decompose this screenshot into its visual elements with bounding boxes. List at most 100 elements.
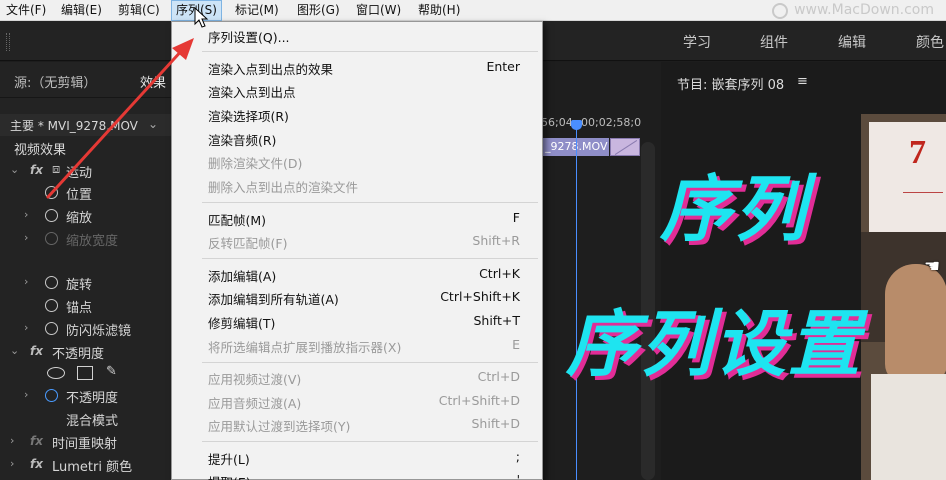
sequence-menu: 序列设置(Q)... 渲染入点到出点的效果 Enter 渲染入点到出点 渲染选择项… [171,21,543,480]
stopwatch-icon[interactable] [45,322,58,335]
source-tab[interactable]: 源:（无剪辑） [14,72,96,91]
watermark-logo-icon [772,2,789,19]
workspace-tab-assembly[interactable]: 组件 [760,32,788,52]
overlay-subtitle: 序列设置 [566,302,863,386]
property-row-anchor[interactable]: 锚点 [0,295,175,318]
property-label: 旋转 [66,278,93,293]
overlay-title: 序列 [660,167,809,251]
workspace-tab-learn[interactable]: 学习 [683,32,711,52]
property-row-anti-flicker[interactable]: › 防闪烁滤镜 [0,318,175,341]
property-label: 缩放宽度 [66,234,119,249]
timeline-nested-clip[interactable] [610,138,640,156]
stopwatch-icon[interactable] [45,186,58,199]
collapse-triangle-icon[interactable]: ⌄ [10,163,19,176]
property-row-scale[interactable]: › 缩放 [0,205,175,228]
stopwatch-icon[interactable] [45,389,58,402]
menu-marker[interactable]: 标记(M) [231,0,283,21]
menu-file[interactable]: 文件(F) [2,0,50,21]
menu-item-lift[interactable]: 提升(L); [172,446,542,468]
effect-label: 时间重映射 [52,437,118,452]
collapse-triangle-icon[interactable]: ⌄ [10,344,19,357]
mask-tools-row: ✎ [0,362,175,385]
menu-item-render-audio[interactable]: 渲染音频(R) [172,127,542,149]
ellipse-mask-icon[interactable] [47,367,65,379]
expand-triangle-icon[interactable]: › [10,434,14,447]
stopwatch-icon[interactable] [45,299,58,312]
property-row-opacity[interactable]: › 不透明度 [0,385,175,408]
pen-mask-icon[interactable]: ✎ [106,364,117,379]
effect-row-time-remap[interactable]: › fx 时间重映射 [0,431,175,454]
menu-item-trim-edit[interactable]: 修剪编辑(T) Shift+T [172,310,542,332]
expand-triangle-icon[interactable]: › [10,457,14,470]
panel-menu-icon[interactable]: ≡ [797,74,808,89]
ruler-timecode: 00;02;58;0 [581,116,642,129]
property-row-scale-width: › 缩放宽度 [0,228,175,251]
menu-item-delete-in-out-render: 删除入点到出点的渲染文件 [208,180,359,195]
menu-graphics[interactable]: 图形(G) [293,0,344,21]
video-frame: 7 [861,114,946,480]
menu-item-match-frame[interactable]: 匹配帧(M) F [172,207,542,229]
menu-help[interactable]: 帮助(H) [414,0,464,21]
stopwatch-icon [45,232,58,245]
expand-triangle-icon: › [24,231,29,244]
menu-item-sequence-settings[interactable]: 序列设置(Q)... [172,24,542,46]
fx-icon[interactable]: fx [30,457,43,471]
menu-window[interactable]: 窗口(W) [352,0,405,21]
ruler-timecode: 56;04 [541,116,573,129]
program-monitor: 节目: 嵌套序列 08 ≡ 7 [661,62,946,480]
menu-item-render-in-out[interactable]: 渲染入点到出点 [172,79,542,101]
menu-item-extract[interactable]: 提取(E)' [172,469,542,480]
menu-bar: 文件(F) 编辑(E) 剪辑(C) 序列(S) 标记(M) 图形(G) 窗口(W… [0,0,946,21]
effect-row-motion[interactable]: ⌄ fx ⧈ 运动 [0,160,175,183]
clip-name: 主要 * MVI_9278.MOV [10,119,138,133]
hand-cursor-icon: ☚ [924,256,941,277]
grip-handle-icon[interactable] [6,33,10,51]
expand-triangle-icon[interactable]: › [24,388,28,401]
expand-triangle-icon[interactable]: › [24,208,28,221]
timeline-panel: 56;04 00;02;58;0 _9278.MOV [541,62,661,480]
clip-selector[interactable]: 主要 * MVI_9278.MOV ⌄ [0,114,175,136]
timeline-ruler[interactable]: 56;04 00;02;58;0 [541,114,661,132]
workspace-tab-editing[interactable]: 编辑 [838,32,866,52]
panel-header: 源:（无剪辑） 效果 [0,62,175,98]
program-title[interactable]: 节目: 嵌套序列 08 [677,74,784,93]
transform-box-icon: ⧈ [52,162,61,177]
effect-row-lumetri[interactable]: › fx Lumetri 颜色 [0,454,175,477]
menu-clip[interactable]: 剪辑(C) [114,0,164,21]
menu-item-reverse-match-frame: 反转匹配帧(F) Shift+R [208,233,520,251]
stopwatch-icon[interactable] [45,209,58,222]
fx-icon[interactable]: fx [30,344,43,358]
workspace-tab-color[interactable]: 颜色 [916,32,944,52]
menu-item-apply-video-transition: 应用视频过渡(V) Ctrl+D [208,369,520,387]
effects-tab[interactable]: 效果 [140,72,166,91]
menu-item-apply-audio-transition: 应用音频过渡(A) Ctrl+Shift+D [208,393,520,411]
watermark: www.MacDown.com [772,0,934,21]
chevron-down-icon[interactable]: ⌄ [148,117,158,131]
effect-row-opacity[interactable]: ⌄ fx 不透明度 [0,341,175,364]
property-row-rotation[interactable]: › 旋转 [0,272,175,295]
poster-text: 7 [909,134,926,171]
menu-sequence[interactable]: 序列(S) [171,0,222,21]
property-row-position[interactable]: 位置 [0,182,175,205]
menu-item-add-edit[interactable]: 添加编辑(A) Ctrl+K [172,263,542,285]
expand-triangle-icon[interactable]: › [24,275,28,288]
rectangle-mask-icon[interactable] [77,366,93,380]
property-label: 混合模式 [66,414,119,429]
fx-icon[interactable]: fx [30,434,43,448]
effect-label: 运动 [66,166,93,181]
stopwatch-icon[interactable] [45,276,58,289]
menu-item-add-edit-all-tracks[interactable]: 添加编辑到所有轨道(A) Ctrl+Shift+K [172,286,542,308]
video-effects-title: 视频效果 [14,143,67,158]
effect-label: 不透明度 [52,347,105,362]
menu-item-render-effects[interactable]: 渲染入点到出点的效果 Enter [172,56,542,78]
poster-image: 7 [869,122,946,232]
property-label: 缩放 [66,211,93,226]
effect-controls-panel: 源:（无剪辑） 效果 主要 * MVI_9278.MOV ⌄ 视频效果 ⌄ fx… [0,62,175,480]
fx-icon[interactable]: fx [30,163,43,177]
property-row-blend-mode[interactable]: 混合模式 [0,408,175,431]
expand-triangle-icon[interactable]: › [24,321,28,334]
menu-edit[interactable]: 编辑(E) [57,0,106,21]
property-label: 位置 [66,188,93,203]
playhead-handle[interactable] [571,120,582,130]
menu-item-render-selection[interactable]: 渲染选择项(R) [172,103,542,125]
